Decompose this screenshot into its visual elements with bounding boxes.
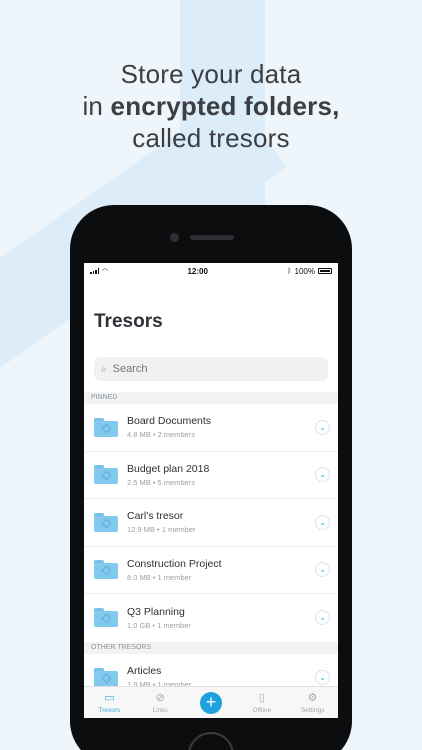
- tresor-row[interactable]: Board Documents 4.8 MB • 2 members ⌄: [84, 404, 338, 452]
- folder-icon: [94, 667, 118, 687]
- tresor-name: Q3 Planning: [127, 605, 185, 618]
- tresor-name: Carl's tresor: [127, 510, 184, 523]
- search-bar[interactable]: ⌕: [94, 357, 328, 381]
- phone-frame: ◠ 12:00 ᛒ 100% Tresors ⌕ PINNED Board Do…: [70, 205, 352, 750]
- folder-icon: [94, 465, 118, 485]
- tresor-meta: 12.9 MB • 1 member: [127, 525, 196, 535]
- wifi-icon: ◠: [102, 268, 109, 275]
- folder-icon: [94, 512, 118, 532]
- headline-prefix: in: [82, 91, 104, 121]
- chevron-down-icon[interactable]: ⌄: [315, 669, 330, 685]
- tab-label: Links: [152, 706, 168, 714]
- search-icon: ⌕: [101, 363, 107, 375]
- home-button[interactable]: [188, 732, 234, 750]
- link-icon: ⊘: [155, 691, 165, 704]
- app-screen: ◠ 12:00 ᛒ 100% Tresors ⌕ PINNED Board Do…: [84, 263, 338, 718]
- folder-icon: ▭: [104, 691, 115, 704]
- tab-label: Settings: [300, 706, 325, 714]
- plus-icon[interactable]: +: [199, 691, 222, 714]
- status-bar: ◠ 12:00 ᛒ 100%: [84, 263, 338, 279]
- chevron-down-icon[interactable]: ⌄: [315, 467, 330, 483]
- section-header-other: OTHER TRESORS: [84, 641, 338, 654]
- tab-links[interactable]: ⊘ Links: [135, 692, 186, 714]
- tresor-meta: 8.0 MB • 1 member: [127, 572, 192, 582]
- headline-line-2: in encrypted folders,: [0, 90, 422, 122]
- camera: [170, 233, 179, 242]
- tresor-meta: 1.0 GB • 1 member: [127, 620, 191, 630]
- bluetooth-icon: ᛒ: [287, 267, 292, 275]
- search-input[interactable]: [112, 363, 293, 375]
- folder-icon: [94, 608, 118, 628]
- chevron-down-icon[interactable]: ⌄: [315, 610, 330, 626]
- headline: Store your data in encrypted folders, ca…: [0, 58, 422, 154]
- signal-icon: [90, 268, 99, 274]
- tab-settings[interactable]: ⚙ Settings: [287, 692, 338, 714]
- tresor-name: Budget plan 2018: [127, 462, 210, 475]
- battery-percent: 100%: [294, 266, 315, 276]
- chevron-down-icon[interactable]: ⌄: [315, 419, 330, 435]
- page-title: Tresors: [94, 311, 163, 332]
- tresor-meta: 4.8 MB • 2 members: [127, 430, 196, 440]
- tab-bar: ▭ Tresors ⊘ Links + ▯ Offline ⚙ Settings: [84, 686, 338, 718]
- tresor-row[interactable]: Budget plan 2018 2.5 MB • 5 members ⌄: [84, 452, 338, 499]
- offline-icon: ▯: [258, 691, 265, 704]
- headline-bold: encrypted folders,: [110, 91, 340, 121]
- tresor-name: Board Documents: [127, 415, 212, 428]
- tab-label: Tresors: [98, 706, 121, 714]
- pinned-list: Board Documents 4.8 MB • 2 members ⌄ Budg…: [84, 404, 338, 642]
- section-header-pinned: PINNED: [84, 392, 338, 404]
- headline-line-3: called tresors: [132, 123, 290, 153]
- tresor-row[interactable]: Construction Project 8.0 MB • 1 member ⌄: [84, 547, 338, 594]
- folder-icon: [94, 417, 118, 437]
- chevron-down-icon[interactable]: ⌄: [315, 514, 330, 530]
- tresor-row[interactable]: Carl's tresor 12.9 MB • 1 member ⌄: [84, 499, 338, 547]
- headline-line-1: Store your data: [120, 59, 302, 89]
- tab-offline[interactable]: ▯ Offline: [236, 692, 287, 714]
- tab-add[interactable]: +: [186, 691, 237, 714]
- tab-label: Offline: [252, 706, 272, 714]
- tresor-name: Construction Project: [127, 557, 222, 570]
- chevron-down-icon[interactable]: ⌄: [315, 562, 330, 578]
- folder-icon: [94, 560, 118, 580]
- tresor-meta: 2.5 MB • 5 members: [127, 477, 196, 487]
- tab-tresors[interactable]: ▭ Tresors: [84, 692, 135, 714]
- gear-icon: ⚙: [307, 691, 318, 704]
- speaker: [190, 235, 234, 240]
- tresor-row[interactable]: Q3 Planning 1.0 GB • 1 member ⌄: [84, 594, 338, 642]
- tresor-name: Articles: [127, 665, 162, 678]
- status-time: 12:00: [187, 266, 208, 276]
- battery-icon: [318, 268, 332, 274]
